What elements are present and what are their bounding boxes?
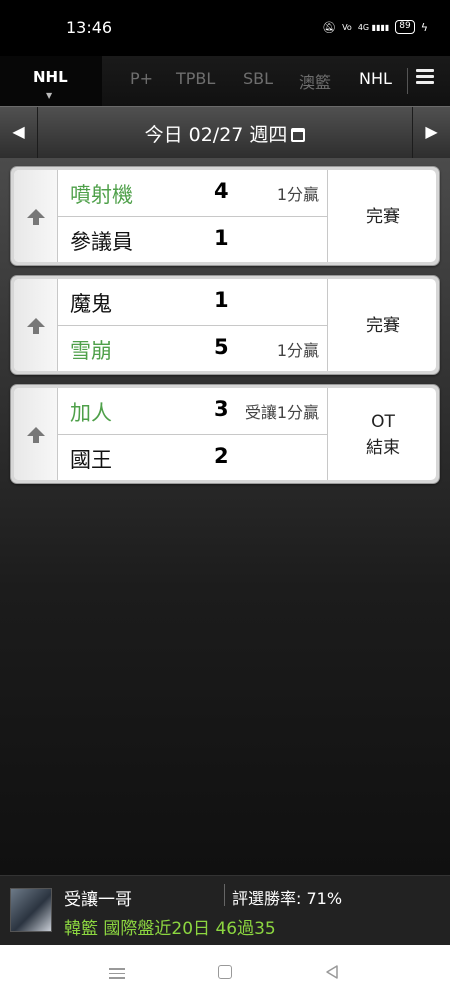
team-score: 1: [214, 226, 229, 250]
mute-icon: 🔕︎: [322, 20, 337, 34]
volte-icon: Vo: [342, 22, 352, 32]
tab-tpbl[interactable]: TPBL: [176, 69, 215, 88]
league-selector[interactable]: NHL ▼: [0, 56, 102, 106]
status-bar: 13:46 🔕︎ Vo 4G ▮▮▮▮ 89 ϟ: [0, 0, 450, 56]
game-status-label: OT 結束: [366, 409, 400, 461]
team-row: 魔鬼 1: [58, 279, 328, 326]
expand-button[interactable]: [14, 170, 58, 262]
tab-p-plus[interactable]: P+: [130, 69, 153, 88]
team-name: 噴射機: [70, 183, 133, 207]
team-row: 參議員 1: [58, 217, 328, 262]
game-status-label: 完賽: [366, 316, 400, 336]
game-card[interactable]: 噴射機 4 1分贏 參議員 1 完賽: [10, 166, 440, 266]
network-type: 4G: [357, 22, 370, 32]
team-row: 雪崩 5 1分贏: [58, 326, 328, 371]
charging-icon: ϟ: [420, 20, 428, 34]
team-name: 魔鬼: [70, 292, 112, 316]
expand-button[interactable]: [14, 388, 58, 480]
league-tab-bar: NHL ▼ P+ TPBL SBL 澳籃 NHL: [0, 56, 450, 106]
result-note: 受讓1分贏: [244, 403, 319, 422]
tab-sbl[interactable]: SBL: [243, 69, 273, 88]
game-status: 完賽: [328, 170, 436, 262]
tipster-name: 受讓一哥: [64, 890, 132, 910]
game-list: 噴射機 4 1分贏 參議員 1 完賽 魔鬼 1 雪崩 5 1分贏 完賽 加人 3…: [0, 158, 450, 875]
banner-divider: [224, 884, 225, 906]
team-row: 噴射機 4 1分贏: [58, 170, 328, 217]
recent-apps-icon[interactable]: [109, 965, 125, 982]
team-score: 3: [214, 397, 229, 421]
tipster-record: 韓籃 國際盤近20日 46過35: [64, 919, 276, 939]
next-day-button[interactable]: ▶: [412, 107, 450, 159]
game-status: 完賽: [328, 279, 436, 371]
signal-icon: 4G ▮▮▮▮: [357, 22, 390, 32]
status-time: 13:46: [66, 18, 113, 37]
team-row: 加人 3 受讓1分贏: [58, 388, 328, 435]
league-selector-label: NHL: [33, 68, 68, 86]
game-status: OT 結束: [328, 388, 436, 480]
game-card[interactable]: 加人 3 受讓1分贏 國王 2 OT 結束: [10, 384, 440, 484]
date-display[interactable]: 今日 02/27 週四: [0, 120, 450, 147]
up-arrow-icon: [27, 318, 45, 334]
up-arrow-icon: [27, 209, 45, 225]
status-line-2: 結束: [366, 438, 400, 458]
hamburger-menu-icon[interactable]: [416, 66, 440, 96]
team-name: 參議員: [70, 230, 133, 254]
team-name: 國王: [70, 448, 112, 472]
system-nav-bar: [0, 945, 450, 1000]
team-score: 4: [214, 179, 229, 203]
up-arrow-icon: [27, 427, 45, 443]
win-rate: 評選勝率: 71%: [232, 889, 343, 908]
status-icons: 🔕︎ Vo 4G ▮▮▮▮ 89 ϟ: [322, 20, 428, 34]
team-name: 雪崩: [70, 339, 112, 363]
date-bar: ◀ 今日 02/27 週四 ▶: [0, 106, 450, 159]
tipster-banner[interactable]: 受讓一哥 評選勝率: 71% 韓籃 國際盤近20日 46過35: [0, 875, 450, 945]
date-label: 今日 02/27 週四: [144, 124, 288, 146]
team-name: 加人: [70, 401, 112, 425]
arrow-right-icon: ▶: [425, 122, 438, 141]
expand-button[interactable]: [14, 279, 58, 371]
game-status-label: 完賽: [366, 207, 400, 227]
tab-aus-basketball[interactable]: 澳籃: [299, 69, 331, 93]
tab-nhl[interactable]: NHL: [359, 69, 392, 88]
team-score: 2: [214, 444, 229, 468]
status-line-1: OT: [371, 412, 395, 432]
avatar: [10, 888, 52, 932]
home-icon[interactable]: [218, 965, 232, 979]
team-score: 1: [214, 288, 229, 312]
result-note: 1分贏: [276, 185, 319, 204]
result-note: 1分贏: [276, 341, 319, 360]
calendar-icon: [291, 128, 306, 142]
battery-icon: 89: [395, 20, 415, 34]
game-card[interactable]: 魔鬼 1 雪崩 5 1分贏 完賽: [10, 275, 440, 375]
caret-down-icon: ▼: [46, 91, 53, 100]
back-icon[interactable]: [324, 964, 340, 980]
team-score: 5: [214, 335, 229, 359]
tab-divider: [407, 68, 408, 94]
team-row: 國王 2: [58, 435, 328, 480]
battery-level: 89: [399, 21, 411, 31]
